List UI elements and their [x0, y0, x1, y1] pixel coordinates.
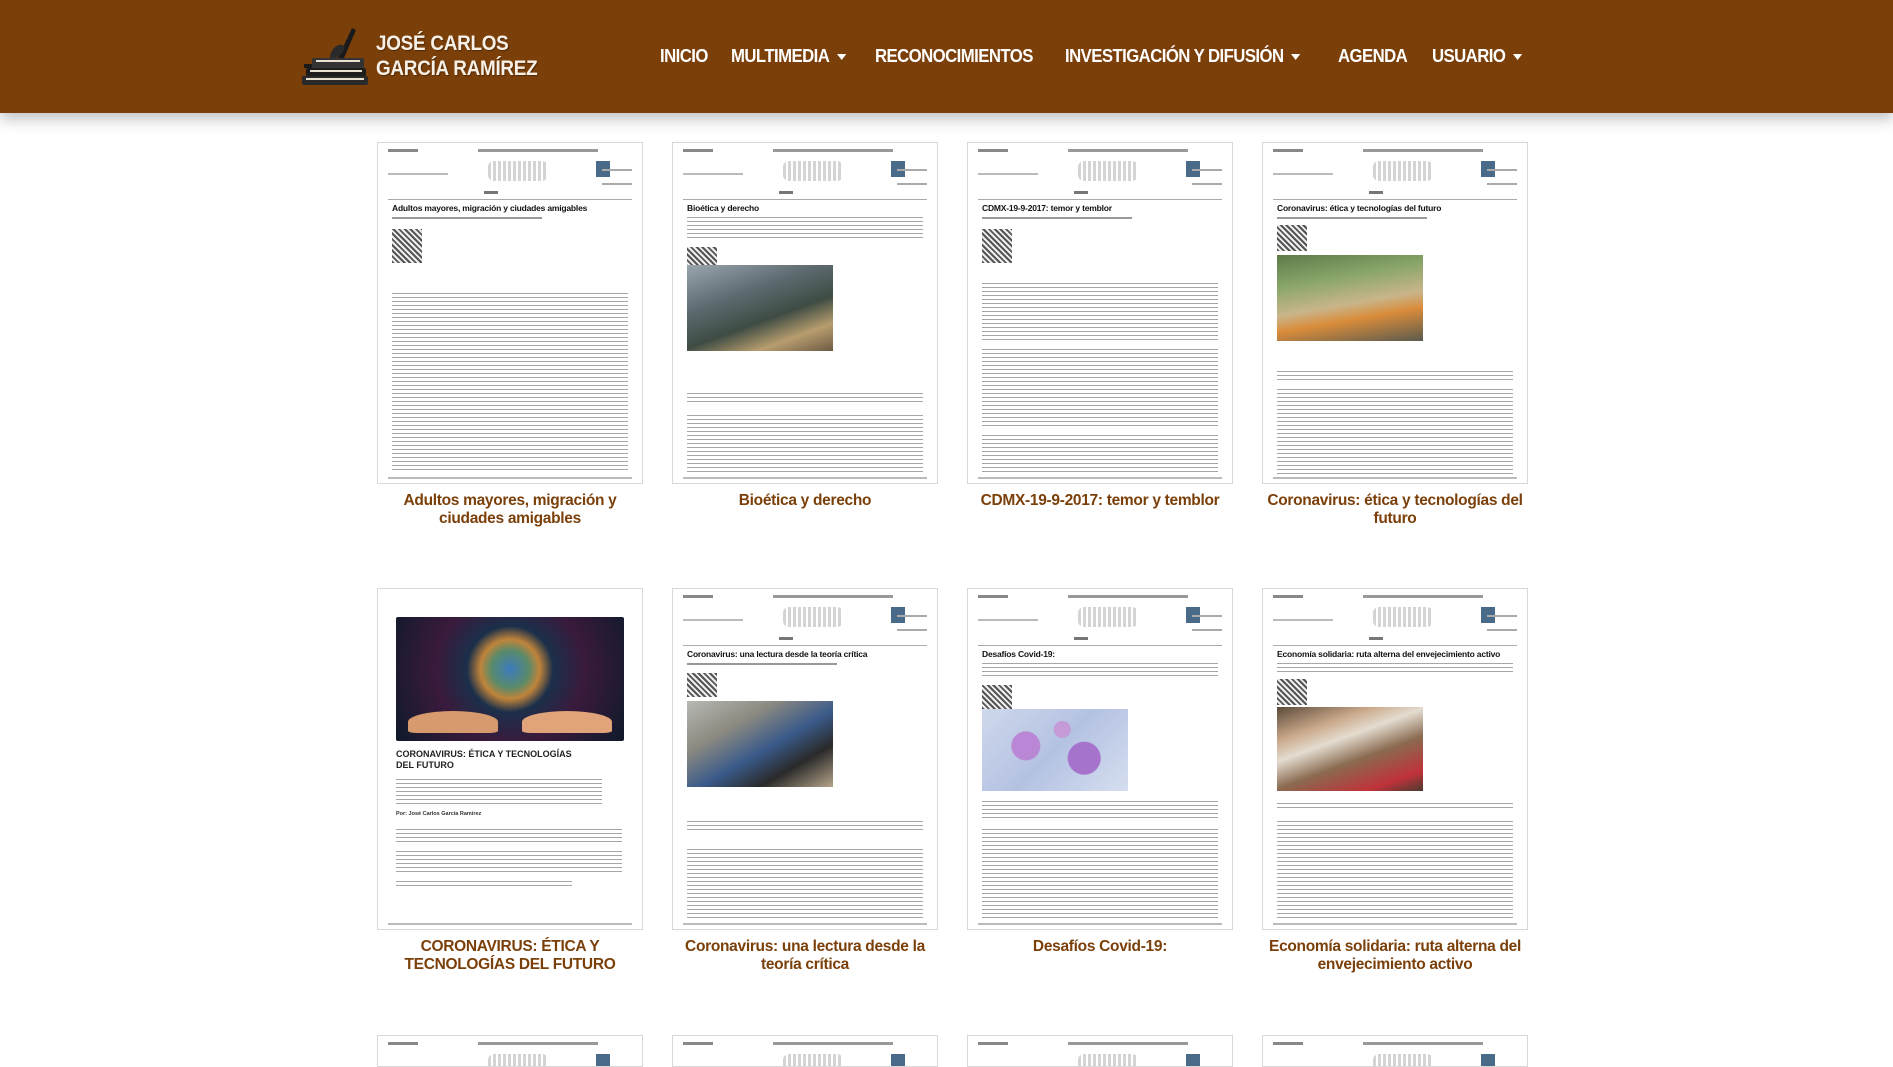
article-title-link[interactable]: Bioética y derecho	[672, 492, 938, 510]
article-thumbnail[interactable]: Bioética y derecho	[672, 142, 938, 484]
top-navbar: JOSÉ CARLOS GARCÍA RAMÍREZ INICIO MULTIM…	[0, 0, 1893, 113]
nav-agenda[interactable]: AGENDA	[1337, 46, 1408, 67]
doc-title: Economía solidaria: ruta alterna del env…	[1277, 649, 1501, 659]
virus-image	[982, 709, 1128, 791]
doc-title: CORONAVIRUS: ÉTICA Y TECNOLOGÍAS DEL FUT…	[396, 749, 572, 770]
article-card[interactable]: Adultos mayores, migración y ciudades am…	[377, 142, 643, 528]
article-thumbnail-partial[interactable]	[1262, 1035, 1528, 1067]
article-title-link[interactable]: CORONAVIRUS: ÉTICA Y TECNOLOGÍAS DEL FUT…	[377, 938, 643, 974]
article-thumbnail[interactable]: CDMX-19-9-2017: temor y temblor	[967, 142, 1233, 484]
earth-hands-image	[396, 617, 624, 741]
doc-title: Desafíos Covid-19:	[982, 649, 1055, 659]
article-thumbnail[interactable]: CORONAVIRUS: ÉTICA Y TECNOLOGÍAS DEL FUT…	[377, 588, 643, 930]
article-thumbnail[interactable]: Coronavirus: ética y tecnologías del fut…	[1262, 142, 1528, 484]
article-card[interactable]: Desafíos Covid-19: Desafíos Covid-19:	[967, 588, 1233, 956]
article-thumbnail[interactable]: Desafíos Covid-19:	[967, 588, 1233, 930]
article-card[interactable]: Coronavirus: ética y tecnologías del fut…	[1262, 142, 1528, 528]
books-pen-icon	[302, 28, 368, 85]
doc-author: Por: José Carlos García Ramírez	[396, 811, 482, 817]
doc-title: Adultos mayores, migración y ciudades am…	[392, 203, 588, 213]
caret-down-icon	[1512, 53, 1523, 60]
nav-label: RECONOCIMIENTOS	[875, 46, 1033, 66]
doc-title: Coronavirus: una lectura desde la teoría…	[687, 649, 868, 659]
article-thumbnail-partial[interactable]	[377, 1035, 643, 1067]
nav-label: USUARIO	[1432, 46, 1506, 66]
article-thumbnail[interactable]: Economía solidaria: ruta alterna del env…	[1262, 588, 1528, 930]
nav-investigacion[interactable]: INVESTIGACIÓN Y DIFUSIÓN	[1064, 46, 1301, 67]
article-photo	[687, 265, 833, 351]
article-thumbnail-partial[interactable]	[967, 1035, 1233, 1067]
doc-title: Bioética y derecho	[687, 203, 759, 213]
article-title-link[interactable]: CDMX-19-9-2017: temor y temblor	[967, 492, 1233, 510]
article-thumbnail-partial[interactable]	[672, 1035, 938, 1067]
article-card[interactable]: CDMX-19-9-2017: temor y temblor CDMX-19-…	[967, 142, 1233, 510]
site-brand[interactable]: JOSÉ CARLOS GARCÍA RAMÍREZ	[300, 24, 555, 88]
article-card[interactable]: Bioética y derecho Bioética y derecho	[672, 142, 938, 510]
nav-usuario[interactable]: USUARIO	[1432, 46, 1523, 67]
article-thumbnail[interactable]: Adultos mayores, migración y ciudades am…	[377, 142, 643, 484]
brand-line-1: JOSÉ CARLOS	[376, 32, 509, 55]
caret-down-icon	[1290, 53, 1301, 60]
nav-reconocimientos[interactable]: RECONOCIMIENTOS	[875, 46, 1033, 67]
nav-label: AGENDA	[1337, 46, 1408, 66]
nav-label: MULTIMEDIA	[731, 46, 830, 66]
nav-inicio[interactable]: INICIO	[660, 46, 708, 67]
nav-label: INVESTIGACIÓN Y DIFUSIÓN	[1064, 46, 1284, 66]
main-nav: INICIO MULTIMEDIA RECONOCIMIENTOS INVEST…	[660, 0, 1549, 113]
caret-down-icon	[837, 53, 847, 60]
article-title-link[interactable]: Adultos mayores, migración y ciudades am…	[377, 492, 643, 528]
nav-label: INICIO	[660, 46, 708, 66]
article-card[interactable]: CORONAVIRUS: ÉTICA Y TECNOLOGÍAS DEL FUT…	[377, 588, 643, 974]
article-card[interactable]: Coronavirus: una lectura desde la teoría…	[672, 588, 938, 974]
article-photo	[1277, 707, 1423, 791]
article-title-link[interactable]: Desafíos Covid-19:	[967, 938, 1233, 956]
article-photo	[687, 701, 833, 787]
doc-title: Coronavirus: ética y tecnologías del fut…	[1277, 203, 1442, 213]
doc-title: CDMX-19-9-2017: temor y temblor	[982, 203, 1112, 213]
article-card[interactable]: Economía solidaria: ruta alterna del env…	[1262, 588, 1528, 974]
article-title-link[interactable]: Coronavirus: una lectura desde la teoría…	[672, 938, 938, 974]
article-thumbnail[interactable]: Coronavirus: una lectura desde la teoría…	[672, 588, 938, 930]
article-photo	[1277, 255, 1423, 341]
nav-multimedia[interactable]: MULTIMEDIA	[731, 46, 847, 67]
article-title-link[interactable]: Economía solidaria: ruta alterna del env…	[1262, 938, 1528, 974]
brand-line-2: GARCÍA RAMÍREZ	[376, 57, 538, 80]
article-title-link[interactable]: Coronavirus: ética y tecnologías del fut…	[1262, 492, 1528, 528]
